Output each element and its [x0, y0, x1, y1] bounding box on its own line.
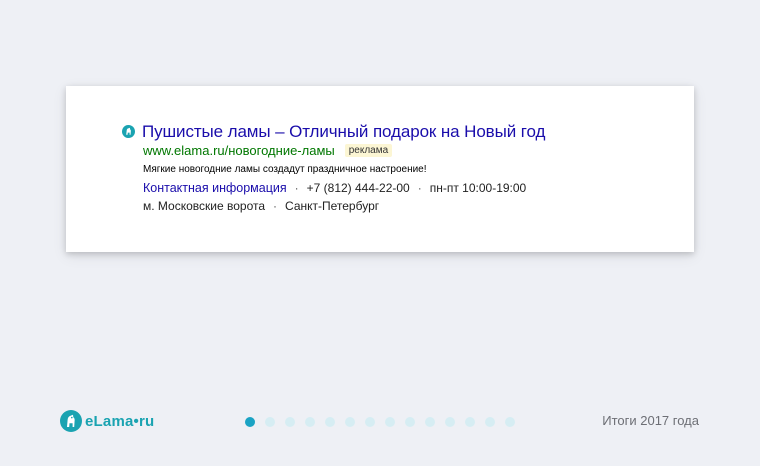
pagination-dot-6[interactable] [345, 417, 355, 427]
pagination-dot-4[interactable] [305, 417, 315, 427]
pagination-dot-13[interactable] [485, 417, 495, 427]
pagination-dot-8[interactable] [385, 417, 395, 427]
ad-contact-line: Контактная информация · +7 (812) 444-22-… [143, 181, 526, 195]
logo-wordmark: eLama•ru [85, 412, 155, 430]
ad-display-url[interactable]: www.elama.ru/новогодние-ламы [143, 143, 335, 158]
pagination-dot-11[interactable] [445, 417, 455, 427]
separator-dot: · [294, 181, 299, 195]
pagination-dot-3[interactable] [285, 417, 295, 427]
ad-phone: +7 (812) 444-22-00 [306, 181, 410, 195]
ad-hours: пн-пт 10:00-19:00 [429, 181, 527, 195]
contact-info-link[interactable]: Контактная информация [143, 181, 287, 195]
ad-city: Санкт-Петербург [285, 199, 380, 213]
ad-description: Мягкие новогодние ламы создадут празднич… [143, 164, 427, 175]
pagination-dot-14[interactable] [505, 417, 515, 427]
elama-favicon-icon [122, 125, 135, 138]
elama-logo-icon [60, 410, 82, 432]
elama-logo: eLama•ru [60, 410, 154, 432]
ad-metro: м. Московские ворота [143, 199, 266, 213]
pagination-dot-2[interactable] [265, 417, 275, 427]
ad-preview-card: Пушистые ламы – Отличный подарок на Новы… [66, 86, 694, 252]
footer-label: Итоги 2017 года [602, 413, 699, 428]
pagination-dot-10[interactable] [425, 417, 435, 427]
slide-pagination [245, 417, 525, 427]
ad-badge: реклама [344, 144, 393, 157]
pagination-dot-5[interactable] [325, 417, 335, 427]
pagination-dot-9[interactable] [405, 417, 415, 427]
pagination-dot-1[interactable] [245, 417, 255, 427]
ad-url-line: www.elama.ru/новогодние-ламы реклама [143, 143, 393, 158]
ad-address-line: м. Московские ворота · Санкт-Петербург [143, 199, 379, 213]
separator-dot: · [273, 199, 278, 213]
ad-title-link[interactable]: Пушистые ламы – Отличный подарок на Новы… [142, 122, 545, 142]
pagination-dot-7[interactable] [365, 417, 375, 427]
separator-dot: · [417, 181, 422, 195]
pagination-dot-12[interactable] [465, 417, 475, 427]
